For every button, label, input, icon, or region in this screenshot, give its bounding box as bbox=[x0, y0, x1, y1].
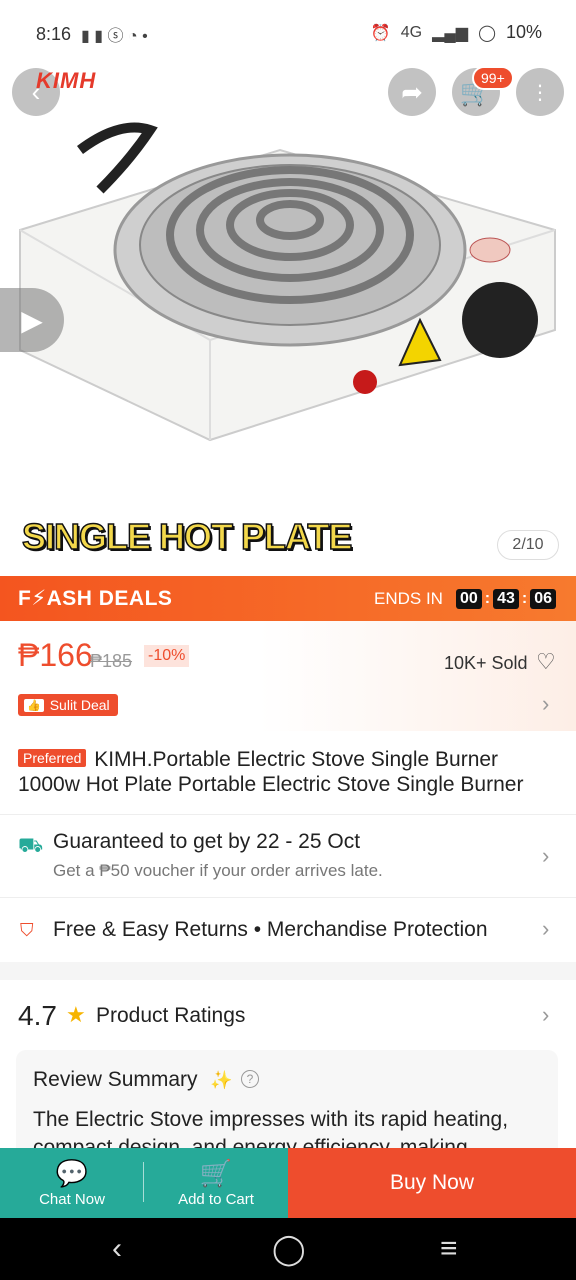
sulit-deal-badge[interactable]: 👍 Sulit Deal bbox=[18, 694, 118, 716]
chevron-right-icon: › bbox=[542, 1002, 550, 1027]
chevron-right-icon: › bbox=[542, 916, 550, 941]
sparkle-icon: ✨ bbox=[210, 1070, 233, 1090]
image-caption: SINGLE HOT PLATE bbox=[21, 515, 353, 558]
battery-icon: ◯ bbox=[478, 24, 496, 42]
buy-now-button[interactable]: Buy Now bbox=[288, 1148, 576, 1218]
more-vertical-icon: ⋮ bbox=[530, 81, 550, 104]
brand-logo: KIMH bbox=[36, 68, 97, 93]
shipping-guarantee-row[interactable]: ⛟ Guaranteed to get by 22 - 25 Oct Get a… bbox=[0, 815, 576, 897]
sold-count: 10K+ Sold bbox=[444, 653, 528, 673]
bottom-action-bar: 💬 Chat Now 🛒 Add to Cart Buy Now bbox=[0, 1148, 576, 1218]
cart-count-badge: 99+ bbox=[472, 66, 514, 90]
thumbs-up-icon: 👍 bbox=[24, 698, 44, 712]
timer-minutes: 43 bbox=[493, 588, 519, 609]
help-icon[interactable]: ? bbox=[241, 1070, 259, 1088]
returns-protection-row[interactable]: ⛉ Free & Easy Returns • Merchandise Prot… bbox=[0, 898, 576, 962]
product-title: Preferred KIMH.Portable Electric Stove S… bbox=[18, 747, 563, 797]
chat-now-label: Chat Now bbox=[39, 1191, 105, 1208]
price-section[interactable]: ₱166 ₱185 -10% 10K+ Sold ♡ 👍 Sulit Deal … bbox=[0, 621, 576, 731]
chevron-right-icon: › bbox=[542, 843, 550, 868]
chevron-right-icon: › bbox=[542, 691, 550, 716]
secondary-actions: 💬 Chat Now 🛒 Add to Cart bbox=[0, 1148, 288, 1218]
image-counter: 2/10 bbox=[497, 530, 559, 560]
shield-icon: ⛉ bbox=[20, 920, 34, 940]
battery-level: 10% bbox=[505, 22, 542, 42]
notification-icon: ▮ ▮ ⓢ ◔ • bbox=[81, 28, 148, 45]
play-icon: ▶ bbox=[21, 304, 43, 336]
signal-icon: ▂▄▆ bbox=[432, 24, 469, 42]
network-label: 4G bbox=[400, 23, 423, 41]
play-video-button[interactable]: ▶ bbox=[0, 288, 64, 352]
current-price: ₱166 bbox=[18, 637, 93, 673]
product-gallery[interactable]: 8:16 ▮ ▮ ⓢ ◔ • ⏰ 4G ▂▄▆ ◯ 10% ‹ KIMH ➦ 🛒… bbox=[0, 0, 576, 576]
product-title-text: KIMH.Portable Electric Stove Single Burn… bbox=[18, 748, 524, 796]
section-separator bbox=[0, 962, 576, 980]
more-options-button[interactable]: ⋮ bbox=[516, 68, 564, 116]
product-image[interactable] bbox=[10, 110, 566, 480]
truck-icon: ⛟ bbox=[18, 835, 44, 857]
star-icon: ★ bbox=[66, 1002, 86, 1027]
review-summary-title: Review Summary bbox=[33, 1068, 198, 1091]
add-to-cart-button[interactable]: 🛒 Add to Cart bbox=[144, 1148, 288, 1218]
discount-badge: -10% bbox=[144, 645, 190, 667]
chat-now-button[interactable]: 💬 Chat Now bbox=[0, 1148, 144, 1218]
alarm-icon: ⏰ bbox=[370, 24, 391, 42]
ends-in-label: ENDS IN bbox=[374, 588, 443, 608]
chat-icon: 💬 bbox=[55, 1158, 89, 1188]
status-bar: 8:16 ▮ ▮ ⓢ ◔ • ⏰ 4G ▂▄▆ ◯ 10% bbox=[0, 18, 576, 48]
system-nav-bar: ‹ ◯ ≡ bbox=[0, 1218, 576, 1280]
original-price: ₱185 bbox=[90, 651, 133, 671]
add-cart-icon: 🛒 bbox=[199, 1158, 233, 1188]
returns-text: Free & Easy Returns • Merchandise Protec… bbox=[53, 918, 488, 941]
clock: 8:16 bbox=[36, 23, 72, 44]
add-to-cart-label: Add to Cart bbox=[178, 1191, 254, 1208]
shipping-guarantee: Guaranteed to get by 22 - 25 Oct bbox=[53, 830, 361, 853]
product-ratings-row[interactable]: 4.7 ★ Product Ratings › bbox=[0, 980, 576, 1050]
timer-hours: 00 bbox=[456, 588, 482, 609]
ratings-label: Product Ratings bbox=[96, 1004, 246, 1027]
flash-deals-banner[interactable]: F⚡ASH DEALS ENDS IN 00 : 43 : 06 bbox=[0, 576, 576, 621]
back-nav-icon[interactable]: ‹ bbox=[112, 1232, 122, 1266]
late-voucher-note: Get a ₱50 voucher if your order arrives … bbox=[53, 861, 383, 880]
recents-nav-icon[interactable]: ≡ bbox=[440, 1232, 458, 1266]
sulit-deal-label: Sulit Deal bbox=[49, 697, 110, 713]
countdown-timer: 00 : 43 : 06 bbox=[456, 588, 557, 609]
share-icon: ➦ bbox=[401, 76, 423, 107]
flash-deals-title: F⚡ASH DEALS bbox=[18, 587, 173, 610]
timer-seconds: 06 bbox=[530, 588, 557, 609]
share-button[interactable]: ➦ bbox=[388, 68, 436, 116]
heart-icon[interactable]: ♡ bbox=[536, 649, 556, 675]
preferred-badge: Preferred bbox=[18, 749, 87, 767]
home-nav-icon[interactable]: ◯ bbox=[272, 1232, 306, 1267]
rating-score: 4.7 bbox=[18, 1000, 57, 1031]
